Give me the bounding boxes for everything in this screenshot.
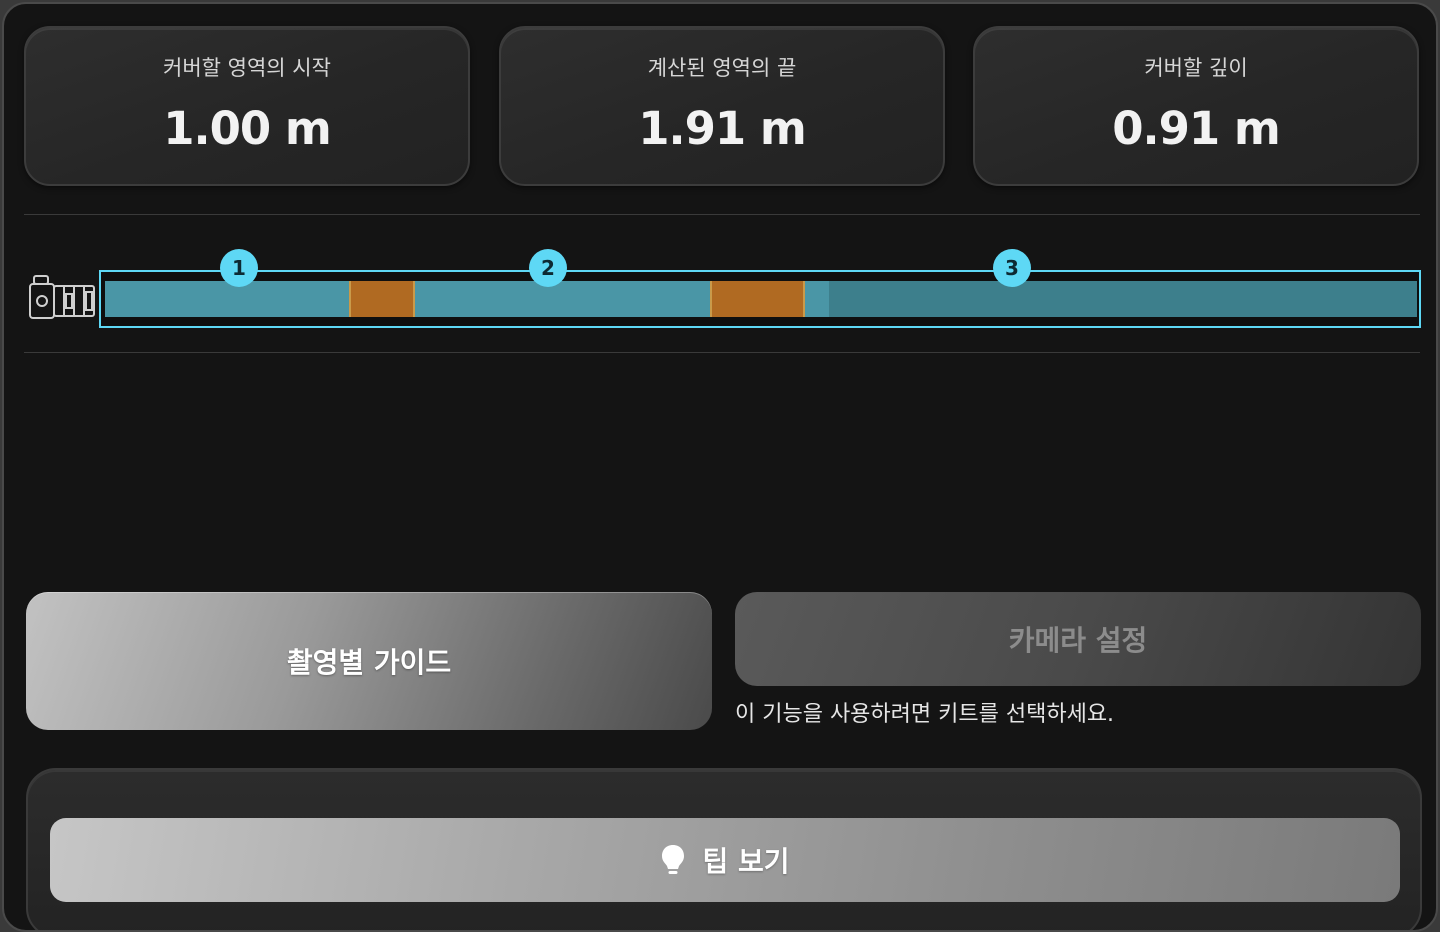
coverage-start-card: 커버할 영역의 시작 1.00 m [24, 26, 470, 186]
coverage-start-label: 커버할 영역의 시작 [163, 56, 331, 80]
view-tips-label: 팁 보기 [702, 845, 790, 878]
coverage-depth-value: 0.91 m [1112, 102, 1281, 155]
bottom-divider [24, 352, 1420, 353]
camera-settings-button[interactable]: 카메라 설정 [735, 592, 1421, 686]
coverage-end-value: 1.91 m [638, 102, 807, 155]
coverage-end-label: 계산된 영역의 끝 [647, 56, 797, 80]
shot-marker-3[interactable]: 3 [993, 249, 1031, 287]
coverage-strip [99, 270, 1421, 328]
calculator-panel: 커버할 영역의 시작 1.00 m 계산된 영역의 끝 1.91 m 커버할 깊… [2, 2, 1438, 932]
shot-marker-2[interactable]: 2 [529, 249, 567, 287]
view-tips-button[interactable]: 팁 보기 [50, 818, 1400, 902]
lightbulb-icon [662, 845, 685, 874]
camera-settings-hint: 이 기능을 사용하려면 키트를 선택하세요. [735, 702, 1115, 727]
overlap-zone-1 [349, 281, 415, 317]
coverage-start-value: 1.00 m [163, 102, 332, 155]
top-divider [24, 214, 1420, 215]
coverage-end-card: 계산된 영역의 끝 1.91 m [499, 26, 945, 186]
coverage-strip-inactive [829, 281, 1417, 317]
tip-container: 팁 보기 [26, 768, 1422, 930]
shot-guide-button[interactable]: 촬영별 가이드 [26, 592, 712, 730]
shot-marker-1[interactable]: 1 [220, 249, 258, 287]
coverage-depth-label: 커버할 깊이 [1144, 56, 1248, 80]
coverage-depth-card: 커버할 깊이 0.91 m [973, 26, 1419, 186]
camera-icon [29, 275, 95, 319]
overlap-zone-2 [710, 281, 805, 317]
